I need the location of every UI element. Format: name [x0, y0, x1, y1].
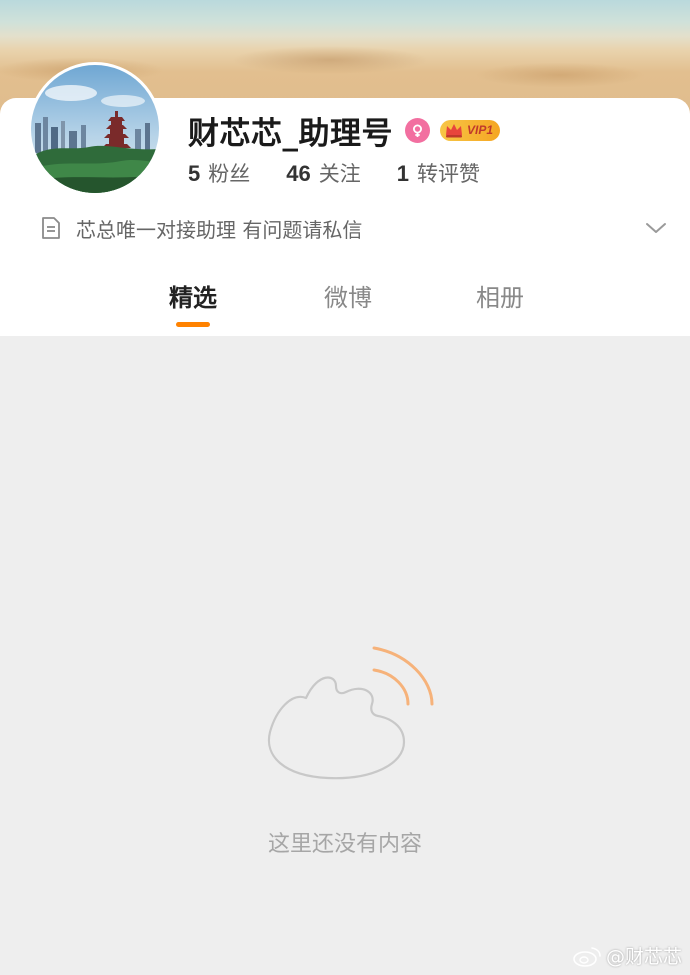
document-icon — [42, 217, 60, 239]
watermark: @财芯芯 — [572, 942, 682, 969]
chevron-down-icon[interactable] — [644, 216, 668, 240]
empty-state-message: 这里还没有内容 — [267, 832, 422, 857]
stat-interactions[interactable]: 1 转评赞 — [397, 158, 480, 188]
stats-row: 5 粉丝 46 关注 1 转评赞 — [188, 158, 516, 188]
bio-row[interactable]: 芯总唯一对接助理 有问题请私信 — [40, 212, 670, 244]
interactions-label: 转评赞 — [416, 162, 480, 186]
followers-count: 5 — [188, 161, 201, 186]
avatar[interactable] — [28, 62, 162, 196]
stat-following[interactable]: 46 关注 — [286, 158, 360, 188]
weibo-logo-outline-icon — [267, 646, 434, 780]
female-symbol-icon — [405, 117, 430, 143]
profile-header: 财芯芯_助理号 VIP1 — [188, 108, 501, 152]
watermark-text: @财芯芯 — [605, 946, 682, 968]
profile-tabs: 精选 微博 相册 — [0, 278, 690, 334]
tab-featured[interactable]: 精选 — [133, 278, 253, 313]
weibo-logo-icon — [573, 946, 601, 967]
tab-weibo[interactable]: 微博 — [288, 278, 408, 313]
interactions-count: 1 — [396, 161, 409, 186]
vip-badge[interactable]: VIP1 — [440, 119, 501, 141]
user-name: 财芯芯_助理号 — [188, 115, 393, 152]
stat-followers[interactable]: 5 粉丝 — [188, 158, 250, 188]
active-tab-indicator — [176, 322, 210, 327]
bio-text: 芯总唯一对接助理 有问题请私信 — [76, 217, 363, 242]
crown-icon — [446, 124, 462, 138]
tab-album[interactable]: 相册 — [440, 278, 560, 313]
followers-label: 粉丝 — [208, 162, 251, 186]
following-label: 关注 — [318, 162, 361, 186]
following-count: 46 — [286, 161, 311, 186]
vip-label: VIP1 — [467, 123, 494, 137]
